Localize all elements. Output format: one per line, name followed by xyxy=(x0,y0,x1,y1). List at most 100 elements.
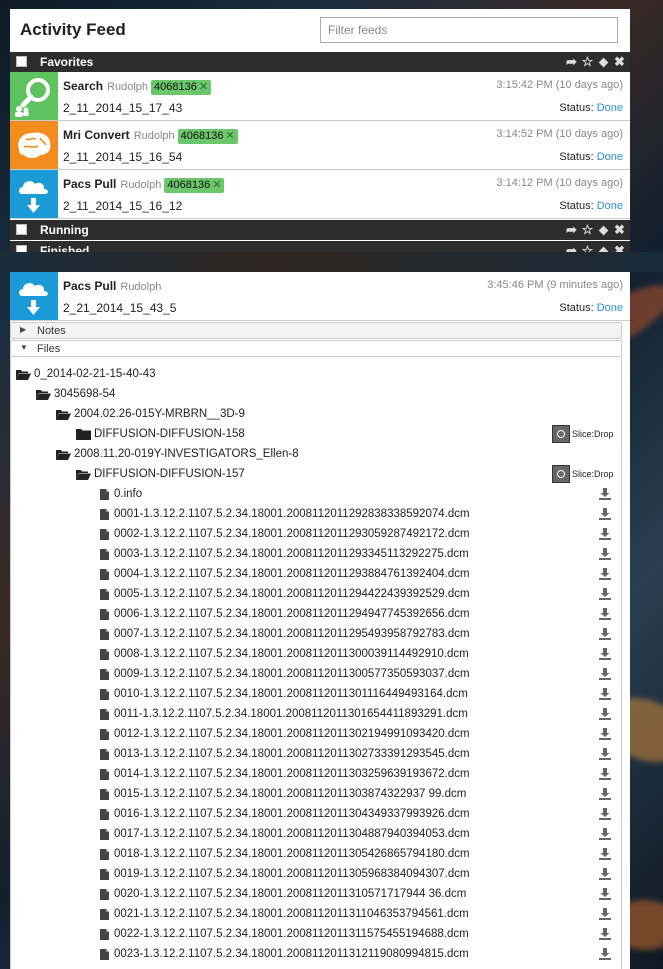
download-icon[interactable] xyxy=(599,688,611,700)
file-row[interactable]: 0022-1.3.12.2.1107.5.2.34.18001.20081120… xyxy=(100,924,469,944)
file-row[interactable]: 0006-1.3.12.2.1107.5.2.34.18001.20081120… xyxy=(100,604,470,624)
file-row[interactable]: 0023-1.3.12.2.1107.5.2.34.18001.20081120… xyxy=(100,944,469,964)
remove-tag-icon[interactable]: ✕ xyxy=(212,179,221,191)
file-row[interactable]: 0014-1.3.12.2.1107.5.2.34.18001.20081120… xyxy=(100,764,470,784)
folder-row[interactable]: 0_2014-02-21-15-40-43 xyxy=(16,364,155,384)
folder-row[interactable]: 3045698-54 xyxy=(36,384,115,404)
folder-open-icon xyxy=(56,409,71,420)
remove-tag-icon[interactable]: ✕ xyxy=(226,130,235,142)
download-icon[interactable] xyxy=(599,868,611,880)
download-icon[interactable] xyxy=(599,588,611,600)
category-running[interactable]: Running ➦ ☆ ⬥ ✖ xyxy=(10,220,630,240)
download-icon[interactable] xyxy=(599,548,611,560)
select-all-checkbox[interactable] xyxy=(16,224,27,235)
feed-name[interactable]: 2_21_2014_15_43_5 xyxy=(63,301,176,315)
download-icon[interactable] xyxy=(599,668,611,680)
feed-type[interactable]: Mri Convert xyxy=(63,128,130,142)
file-row[interactable]: 0.info xyxy=(100,484,142,504)
file-icon xyxy=(100,708,109,720)
file-row[interactable]: 0005-1.3.12.2.1107.5.2.34.18001.20081120… xyxy=(100,584,470,604)
feed-item[interactable]: Pacs Pull Rudolph 3:45:46 PM (9 minutes a… xyxy=(10,272,630,321)
feed-name[interactable]: 2_11_2014_15_17_43 xyxy=(63,101,182,115)
share-icon[interactable]: ➦ xyxy=(565,54,578,69)
file-row[interactable]: 0008-1.3.12.2.1107.5.2.34.18001.20081120… xyxy=(100,644,469,664)
feed-tag[interactable]: 4068136 ✕ xyxy=(164,178,225,193)
folder-row[interactable]: 2004.02.26-015Y-MRBRN__3D-9 xyxy=(56,404,245,424)
download-icon[interactable] xyxy=(599,528,611,540)
download-icon[interactable] xyxy=(599,888,611,900)
download-icon[interactable] xyxy=(599,928,611,940)
file-icon xyxy=(100,608,109,620)
file-row[interactable]: 0011-1.3.12.2.1107.5.2.34.18001.20081120… xyxy=(100,704,468,724)
slicedrop-button[interactable]: Slice:Drop xyxy=(552,465,614,483)
feed-name[interactable]: 2_11_2014_15_16_12 xyxy=(63,199,182,213)
feed-type[interactable]: Search xyxy=(63,79,103,93)
download-icon[interactable] xyxy=(599,848,611,860)
feed-type[interactable]: Pacs Pull xyxy=(63,177,116,191)
file-row[interactable]: 0013-1.3.12.2.1107.5.2.34.18001.20081120… xyxy=(100,744,470,764)
select-all-checkbox[interactable] xyxy=(16,56,27,67)
file-row[interactable]: 0010-1.3.12.2.1107.5.2.34.18001.20081120… xyxy=(100,684,468,704)
download-icon[interactable] xyxy=(599,648,611,660)
feed-type[interactable]: Pacs Pull xyxy=(63,279,116,293)
feed-tag[interactable]: 4068136 ✕ xyxy=(177,129,238,144)
file-row[interactable]: 0017-1.3.12.2.1107.5.2.34.18001.20081120… xyxy=(100,824,470,844)
slicedrop-button[interactable]: Slice:Drop xyxy=(552,425,614,443)
download-icon[interactable] xyxy=(599,748,611,760)
download-icon[interactable] xyxy=(599,708,611,720)
file-row[interactable]: 0018-1.3.12.2.1107.5.2.34.18001.20081120… xyxy=(100,844,470,864)
feed-item[interactable]: Search Rudolph 4068136 ✕ 3:15:42 PM (10 day… xyxy=(10,72,630,121)
download-icon[interactable] xyxy=(599,808,611,820)
download-icon[interactable] xyxy=(599,788,611,800)
folder-row[interactable]: DIFFUSION-DIFFUSION-158 xyxy=(76,424,245,444)
close-icon[interactable]: ✖ xyxy=(613,54,626,69)
file-row[interactable]: 0016-1.3.12.2.1107.5.2.34.18001.20081120… xyxy=(100,804,470,824)
download-icon[interactable] xyxy=(599,768,611,780)
folder-row[interactable]: DIFFUSION-DIFFUSION-157 xyxy=(76,464,245,484)
feed-name[interactable]: 2_11_2014_15_16_54 xyxy=(63,150,182,164)
feed-item[interactable]: Mri Convert Rudolph 4068136 ✕ 3:14:52 PM (1… xyxy=(10,121,630,170)
notes-panel-header[interactable]: ▶ Notes xyxy=(10,322,622,339)
file-row[interactable]: 0004-1.3.12.2.1107.5.2.34.18001.20081120… xyxy=(100,564,470,584)
section-gap xyxy=(0,252,663,272)
star-icon[interactable]: ☆ xyxy=(581,54,594,69)
filter-feeds-input[interactable] xyxy=(320,17,618,43)
file-name: 0004-1.3.12.2.1107.5.2.34.18001.20081120… xyxy=(114,568,470,580)
file-row[interactable]: 0015-1.3.12.2.1107.5.2.34.18001.20081120… xyxy=(100,784,466,804)
star-icon[interactable]: ☆ xyxy=(581,222,594,237)
category-label: Running xyxy=(40,223,89,237)
download-icon[interactable] xyxy=(599,488,611,500)
file-row[interactable]: 0009-1.3.12.2.1107.5.2.34.18001.20081120… xyxy=(100,664,470,684)
files-panel-header[interactable]: ▼ Files xyxy=(10,340,622,357)
feed-tag[interactable]: 4068136 ✕ xyxy=(151,80,212,95)
file-icon xyxy=(100,728,109,740)
file-icon xyxy=(100,648,109,660)
tag-icon[interactable]: ⬥ xyxy=(597,222,610,237)
close-icon[interactable]: ✖ xyxy=(613,222,626,237)
download-icon[interactable] xyxy=(599,508,611,520)
download-icon[interactable] xyxy=(599,568,611,580)
file-row[interactable]: 0002-1.3.12.2.1107.5.2.34.18001.20081120… xyxy=(100,524,470,544)
tag-icon[interactable]: ⬥ xyxy=(597,54,610,69)
tag-label: 4068136 xyxy=(180,130,224,142)
folder-row[interactable]: 2008.11.20-019Y-INVESTIGATORS_Ellen-8 xyxy=(56,444,299,464)
remove-tag-icon[interactable]: ✕ xyxy=(199,81,208,93)
category-favorites[interactable]: Favorites ➦ ☆ ⬥ ✖ xyxy=(10,52,630,72)
share-icon[interactable]: ➦ xyxy=(565,222,578,237)
file-row[interactable]: 0003-1.3.12.2.1107.5.2.34.18001.20081120… xyxy=(100,544,469,564)
file-row[interactable]: 0001-1.3.12.2.1107.5.2.34.18001.20081120… xyxy=(100,504,470,524)
file-row[interactable]: 0020-1.3.12.2.1107.5.2.34.18001.20081120… xyxy=(100,884,466,904)
file-row[interactable]: 0012-1.3.12.2.1107.5.2.34.18001.20081120… xyxy=(100,724,470,744)
file-row[interactable]: 0019-1.3.12.2.1107.5.2.34.18001.20081120… xyxy=(100,864,470,884)
tag-label: 4068136 xyxy=(167,179,211,191)
download-icon[interactable] xyxy=(599,608,611,620)
download-icon[interactable] xyxy=(599,728,611,740)
file-row[interactable]: 0021-1.3.12.2.1107.5.2.34.18001.20081120… xyxy=(100,904,469,924)
feed-item[interactable]: Pacs Pull Rudolph 4068136 ✕ 3:14:12 PM (10 … xyxy=(10,170,630,219)
file-row[interactable]: 0007-1.3.12.2.1107.5.2.34.18001.20081120… xyxy=(100,624,470,644)
download-icon[interactable] xyxy=(599,908,611,920)
download-icon[interactable] xyxy=(599,948,611,960)
download-icon[interactable] xyxy=(599,828,611,840)
status-label: Status: xyxy=(559,151,594,163)
download-icon[interactable] xyxy=(599,628,611,640)
